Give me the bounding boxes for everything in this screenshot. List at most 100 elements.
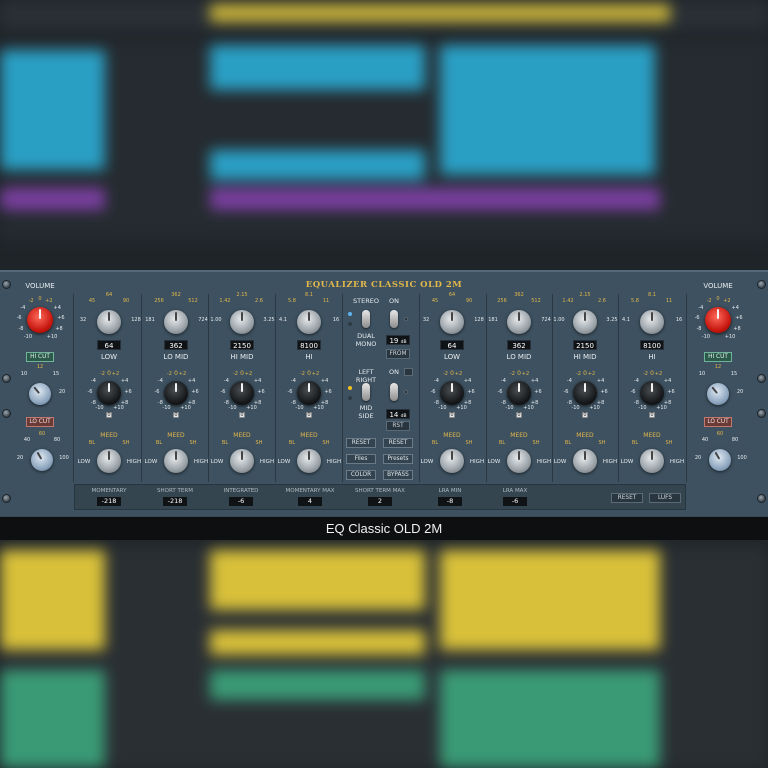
gain-tick-label: +2	[311, 371, 320, 378]
band-label: LOW	[443, 353, 461, 361]
gain-tick-label: +2	[178, 371, 187, 378]
frequency-tick-label: 2.6	[598, 298, 606, 304]
bottom-on-button[interactable]	[404, 368, 413, 376]
volume-tick-label: -6	[16, 315, 22, 322]
routing-mode-switch[interactable]	[362, 383, 370, 401]
meed-knob[interactable]	[640, 449, 664, 473]
knob-pointer	[108, 382, 110, 393]
lufs-button[interactable]: LUFS	[649, 493, 681, 503]
band-label: LOW	[100, 353, 118, 361]
gain-tick-label: +4	[530, 378, 539, 385]
frequency-knob[interactable]	[640, 310, 664, 334]
meed-knob[interactable]	[164, 449, 188, 473]
knob-pointer	[518, 311, 520, 322]
gain-tick-label: +6	[191, 389, 199, 395]
threshold-display-top: 19 dB	[386, 335, 410, 345]
meed-high-label: HIGH	[326, 459, 342, 465]
gain-zero-label: 0	[583, 412, 587, 418]
meed-label: MEED	[510, 432, 528, 439]
meed-knob[interactable]	[440, 449, 464, 473]
files-button[interactable]: Files	[346, 454, 376, 464]
meed-label: MEED	[443, 432, 461, 439]
lo-cut-button[interactable]: LO CUT	[704, 417, 732, 427]
meed-right-label: SH	[322, 440, 330, 446]
meter-label: LRA MIN	[438, 488, 462, 494]
lo-cut-knob[interactable]	[31, 449, 53, 471]
lo-cut-knob[interactable]	[709, 449, 731, 471]
meed-label: MEED	[576, 432, 594, 439]
frequency-knob[interactable]	[440, 310, 464, 334]
reset-left-button[interactable]: RESET	[346, 438, 376, 448]
rst-button[interactable]: RST	[386, 421, 410, 431]
frequency-knob[interactable]	[573, 310, 597, 334]
meed-knob[interactable]	[230, 449, 254, 473]
on-switch-top[interactable]	[390, 310, 398, 328]
knob-pointer	[175, 311, 177, 322]
volume-tick-label: -8	[696, 325, 702, 332]
display-top-value: 19	[389, 337, 399, 345]
frequency-tick-label: 11	[665, 298, 673, 304]
on-label-bottom: ON	[389, 368, 399, 376]
gain-tick-label: -6	[563, 389, 569, 395]
gain-tick-label: -4	[566, 378, 572, 385]
meter-reset-button[interactable]: RESET	[611, 493, 643, 503]
gain-tick-label: -4	[223, 378, 229, 385]
frequency-tick-label: 90	[122, 298, 130, 304]
frequency-display: 64	[440, 340, 464, 350]
bottom-on-indicator-icon	[404, 390, 408, 394]
hi-cut-knob[interactable]	[29, 383, 51, 405]
gain-tick-label: +10	[656, 405, 667, 412]
frequency-display: 362	[507, 340, 531, 350]
frequency-knob[interactable]	[230, 310, 254, 334]
meed-knob[interactable]	[507, 449, 531, 473]
meter-label: INTEGRATED	[223, 488, 259, 494]
frequency-tick-label: 512	[531, 298, 541, 304]
gain-tick-label: +4	[120, 378, 129, 385]
knob-pointer	[241, 450, 243, 461]
gain-tick-label: +6	[467, 389, 475, 395]
hi-cut-button[interactable]: HI CUT	[704, 352, 732, 362]
footer-title: EQ Classic OLD 2M	[325, 521, 443, 536]
frequency-tick-label: 8.1	[305, 292, 313, 298]
color-button[interactable]: COLOR	[346, 470, 376, 480]
meed-right-label: SH	[465, 440, 473, 446]
knob-pointer	[33, 386, 41, 394]
frequency-tick-label: 181	[145, 317, 155, 323]
frequency-display: 362	[164, 340, 188, 350]
on-switch-bottom[interactable]	[390, 383, 398, 401]
meed-left-label: BL	[431, 440, 439, 446]
from-button[interactable]: FROM	[386, 349, 410, 359]
screw-icon	[2, 409, 11, 418]
gain-tick-label: +2	[587, 371, 596, 378]
gain-zero-label: 0	[517, 412, 521, 418]
stereo-mode-switch[interactable]	[362, 310, 370, 328]
gain-tick-label: +4	[663, 378, 672, 385]
gain-tick-label: -10	[95, 405, 104, 412]
meter-label: MOMENTARY	[91, 488, 127, 494]
frequency-knob[interactable]	[97, 310, 121, 334]
meed-knob[interactable]	[573, 449, 597, 473]
display-bottom-value: 14	[389, 411, 399, 419]
presets-button[interactable]: Presets	[383, 454, 413, 464]
bypass-button[interactable]: BYPASS	[383, 470, 413, 480]
reset-right-button[interactable]: RESET	[383, 438, 413, 448]
lo-cut-tick-label: 40	[701, 437, 709, 443]
volume-tick-label: -10	[23, 334, 33, 341]
meed-knob[interactable]	[297, 449, 321, 473]
meed-knob[interactable]	[97, 449, 121, 473]
gain-tick-label: -6	[497, 389, 503, 395]
frequency-knob[interactable]	[164, 310, 188, 334]
knob-pointer	[108, 450, 110, 461]
hi-cut-knob[interactable]	[707, 383, 729, 405]
gain-tick-label: -4	[90, 378, 96, 385]
frequency-knob[interactable]	[507, 310, 531, 334]
volume-tick-label: +4	[53, 304, 61, 311]
hi-cut-button[interactable]: HI CUT	[26, 352, 54, 362]
knob-pointer	[308, 450, 310, 461]
frequency-knob[interactable]	[297, 310, 321, 334]
gain-tick-label: -10	[638, 405, 647, 412]
gain-tick-label: -4	[633, 378, 639, 385]
frequency-tick-label: 5.8	[288, 298, 296, 304]
knob-pointer	[651, 311, 653, 322]
lo-cut-button[interactable]: LO CUT	[26, 417, 54, 427]
